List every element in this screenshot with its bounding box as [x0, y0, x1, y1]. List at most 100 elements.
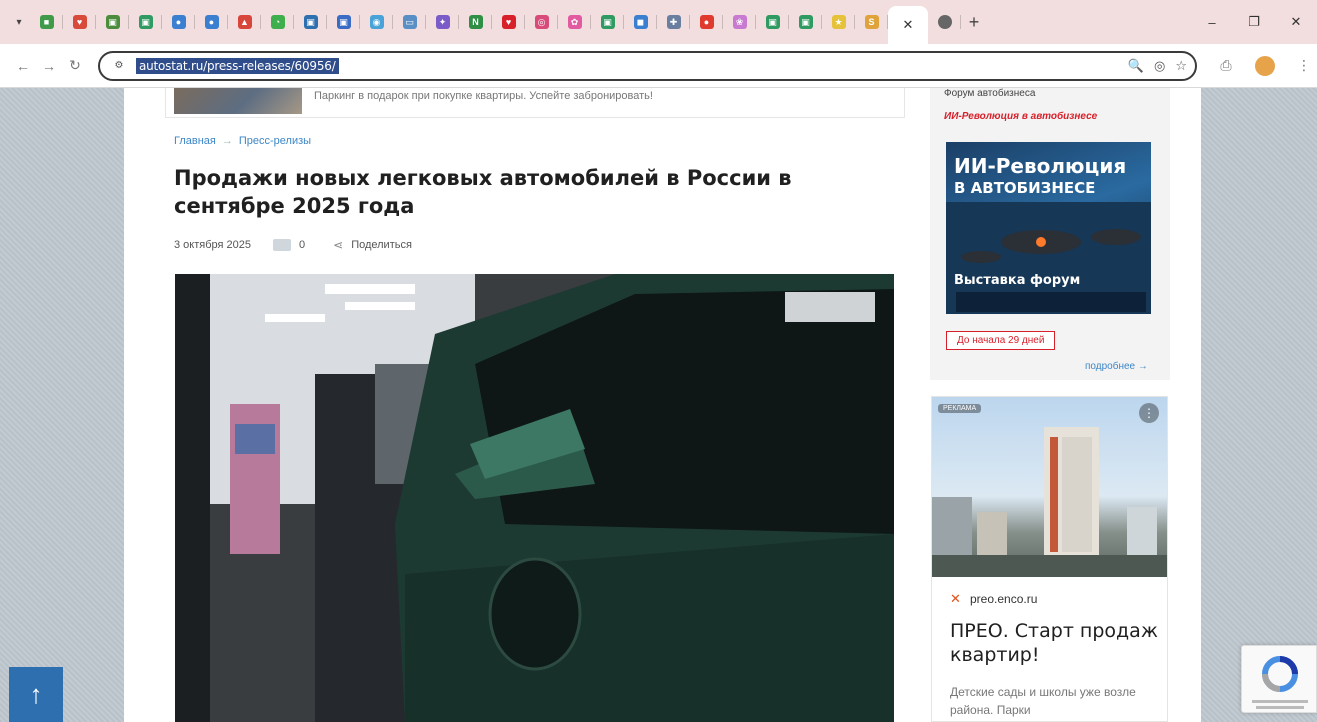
- url-text[interactable]: autostat.ru/press-releases/60956/: [135, 57, 339, 74]
- tab-25[interactable]: ★: [822, 5, 855, 39]
- recaptcha-badge[interactable]: [1241, 645, 1317, 713]
- breadcrumb-home-link[interactable]: Главная: [174, 135, 216, 147]
- more-link[interactable]: подробнее →: [1085, 361, 1148, 372]
- favicon-icon: ◔: [270, 15, 285, 29]
- reload-button[interactable]: ↻: [62, 53, 88, 79]
- tab-17[interactable]: ✿: [558, 5, 591, 39]
- favicon-icon: ✚: [666, 15, 681, 29]
- tab-20[interactable]: ✚: [657, 5, 690, 39]
- hero-image: [175, 274, 894, 722]
- ad-block[interactable]: РЕКЛАМА ⋮ ✕ preo.enco.ru ПРЕО. Старт про…: [931, 396, 1168, 722]
- tab-16[interactable]: ◎: [525, 5, 558, 39]
- ad-domain-text: preo.enco.ru: [970, 592, 1038, 606]
- tab-7[interactable]: ▲: [228, 5, 261, 39]
- breadcrumb-separator: →: [221, 135, 233, 147]
- new-tab-button[interactable]: +: [961, 9, 987, 35]
- recaptcha-icon: [1252, 656, 1308, 709]
- favicon-icon: ▲: [237, 15, 252, 29]
- profile-avatar[interactable]: [1255, 55, 1276, 76]
- favicon-icon: ◎: [534, 15, 549, 29]
- hide-eye-icon[interactable]: ◎: [1154, 58, 1165, 74]
- scroll-to-top-button[interactable]: ↑: [9, 667, 63, 722]
- favicon-icon: ▭: [402, 15, 417, 29]
- tab-10[interactable]: ▣: [327, 5, 360, 39]
- favicon-icon: ❀: [732, 15, 747, 29]
- ad-options-icon[interactable]: ⋮: [1139, 403, 1159, 423]
- banner-subtitle: В АВТОБИЗНЕСЕ: [954, 179, 1096, 197]
- tab-6[interactable]: ●: [195, 5, 228, 39]
- comment-icon[interactable]: [273, 239, 291, 251]
- address-bar[interactable]: ⚙ autostat.ru/press-releases/60956/ 🔍 ◎ …: [97, 50, 1198, 81]
- tab-5[interactable]: ●: [162, 5, 195, 39]
- close-window-button[interactable]: ✕: [1275, 0, 1317, 44]
- tab-21[interactable]: ●: [690, 5, 723, 39]
- favicon-icon: ●: [204, 15, 219, 29]
- share-icon[interactable]: ⋖: [333, 238, 343, 252]
- car-showroom-photo: [175, 274, 894, 722]
- favicon-icon: ▣: [336, 15, 351, 29]
- event-title-link[interactable]: ИИ-Революция в автобизнесе: [944, 111, 1097, 122]
- favicon-icon: N: [468, 15, 483, 29]
- tab-9[interactable]: ▣: [294, 5, 327, 39]
- tab-chrome[interactable]: [928, 5, 961, 39]
- bookmark-star-icon[interactable]: ☆: [1175, 58, 1187, 74]
- zoom-icon[interactable]: 🔍: [1128, 58, 1144, 74]
- tab-4[interactable]: ▣: [129, 5, 162, 39]
- tab-26[interactable]: S: [855, 5, 888, 39]
- back-button[interactable]: ←: [10, 53, 36, 79]
- minimize-button[interactable]: –: [1191, 0, 1233, 44]
- active-tab[interactable]: ✕: [888, 6, 928, 44]
- ad-building-graphic: [932, 427, 1167, 577]
- promo-strip[interactable]: Паркинг в подарок при покупке квартиры. …: [165, 88, 905, 118]
- ad-title[interactable]: ПРЕО. Старт продаж квартир!: [950, 619, 1160, 667]
- menu-icon[interactable]: ⋮: [1291, 53, 1317, 79]
- chrome-icon: [937, 15, 952, 29]
- window-controls: – ❐ ✕: [1191, 0, 1317, 44]
- tab-24[interactable]: ▣: [789, 5, 822, 39]
- share-link[interactable]: Поделиться: [351, 239, 412, 251]
- tab-13[interactable]: ✦: [426, 5, 459, 39]
- favicon-icon: ■: [39, 15, 54, 29]
- favicon-icon: ★: [831, 15, 846, 29]
- breadcrumb: Главная → Пресс-релизы: [174, 135, 311, 147]
- tab-22[interactable]: ❀: [723, 5, 756, 39]
- ad-domain[interactable]: ✕ preo.enco.ru: [950, 591, 1038, 607]
- site-info-icon[interactable]: ⚙: [110, 57, 128, 75]
- tab-1[interactable]: ■: [30, 5, 63, 39]
- breadcrumb-section-link[interactable]: Пресс-релизы: [239, 135, 311, 147]
- favicon-icon: ✦: [435, 15, 450, 29]
- tab-18[interactable]: ▣: [591, 5, 624, 39]
- tab-15[interactable]: ♥: [492, 5, 525, 39]
- tab-2[interactable]: ♥: [63, 5, 96, 39]
- banner-footer: Выставка форум: [954, 273, 1081, 288]
- favicon-icon: ●: [699, 15, 714, 29]
- tab-search-icon[interactable]: ▾: [8, 11, 30, 33]
- toolbar-right: ⎙ ⋮: [1213, 53, 1317, 79]
- banner-title: ИИ-Революция: [954, 154, 1127, 178]
- favicon-icon: ▣: [765, 15, 780, 29]
- tab-11[interactable]: ◉: [360, 5, 393, 39]
- tab-8[interactable]: ◔: [261, 5, 294, 39]
- close-icon[interactable]: ✕: [903, 17, 914, 33]
- favicon-icon: ▣: [138, 15, 153, 29]
- article-meta: 3 октября 2025 0 ⋖ Поделиться: [174, 238, 412, 252]
- forward-button[interactable]: →: [36, 53, 62, 79]
- tab-3[interactable]: ▣: [96, 5, 129, 39]
- tab-12[interactable]: ▭: [393, 5, 426, 39]
- favicon-icon: ◼: [633, 15, 648, 29]
- favicon-icon: ▣: [600, 15, 615, 29]
- tab-strip: ▾ ■ ♥ ▣ ▣ ● ● ▲ ◔ ▣ ▣ ◉ ▭ ✦ N ♥ ◎ ✿ ▣ ◼ ✚ ● ❀ ▣ ▣ ★ S ✕ + – ❐ ✕: [0, 0, 1317, 44]
- tab-19[interactable]: ◼: [624, 5, 657, 39]
- publish-date: 3 октября 2025: [174, 239, 251, 251]
- tab-23[interactable]: ▣: [756, 5, 789, 39]
- brand-icon: ✕: [950, 591, 961, 606]
- tab-14[interactable]: N: [459, 5, 492, 39]
- favicon-icon: S: [864, 15, 879, 29]
- ad-image: РЕКЛАМА ⋮: [932, 397, 1167, 577]
- extensions-icon[interactable]: ⎙: [1213, 53, 1239, 79]
- comment-count[interactable]: 0: [299, 239, 305, 251]
- event-banner[interactable]: ИИ-Революция В АВТОБИЗНЕСЕ Выставка фору…: [946, 142, 1151, 314]
- maximize-button[interactable]: ❐: [1233, 0, 1275, 44]
- sidebar-event-block: Форум автобизнеса ИИ-Революция в автобиз…: [930, 88, 1170, 380]
- favicon-icon: ♥: [501, 15, 516, 29]
